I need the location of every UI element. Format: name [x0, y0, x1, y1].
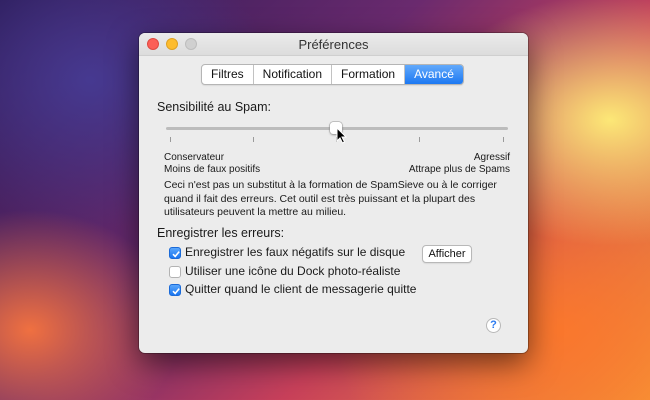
checkbox-realistic-dock-icon[interactable] [169, 266, 181, 278]
checkbox-quit-with-mail-client[interactable] [169, 284, 181, 296]
slider-tick [253, 137, 254, 142]
mouse-cursor-icon [336, 127, 348, 144]
tab-formation[interactable]: Formation [331, 65, 404, 84]
window-title: Préférences [298, 37, 369, 52]
sensitivity-note: Ceci n'est pas un substitut à la formati… [164, 179, 497, 218]
tab-bar: Filtres Notification Formation Avancé [201, 64, 464, 85]
slider-tick [503, 137, 504, 142]
preferences-window: Préférences Filtres Notification Formati… [139, 33, 528, 353]
tab-avance[interactable]: Avancé [404, 65, 463, 84]
tab-notification[interactable]: Notification [252, 65, 331, 84]
slider-tick [170, 137, 171, 142]
slider-left-sublabel: Moins de faux positifs [164, 164, 261, 175]
slider-left-label: Conservateur [164, 152, 225, 163]
checkmark-icon [172, 288, 180, 295]
tab-filtres[interactable]: Filtres [202, 65, 253, 84]
option-label[interactable]: Utiliser une icône du Dock photo-réalist… [185, 264, 400, 278]
spam-sensitivity-heading: Sensibilité au Spam: [157, 100, 271, 114]
slider-tick [419, 137, 420, 142]
show-button[interactable]: Afficher [422, 245, 472, 263]
option-label[interactable]: Quitter quand le client de messagerie qu… [185, 282, 416, 296]
option-label[interactable]: Enregistrer les faux négatifs sur le dis… [185, 245, 405, 259]
help-button[interactable]: ? [486, 318, 501, 333]
checkmark-icon [172, 251, 180, 258]
errors-heading: Enregistrer les erreurs: [157, 226, 285, 240]
slider-right-sublabel: Attrape plus de Spams [408, 164, 510, 175]
slider-right-label: Agressif [473, 152, 510, 163]
checkbox-save-false-negatives[interactable] [169, 247, 181, 259]
title-bar: Préférences [139, 33, 528, 56]
